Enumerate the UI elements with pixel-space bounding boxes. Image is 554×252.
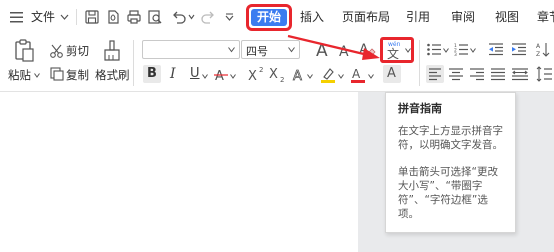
increase-font-size-icon[interactable]: A — [316, 40, 332, 61]
divider — [76, 9, 77, 25]
chevron-down-icon[interactable] — [34, 73, 40, 78]
tab-chapter[interactable]: 章节 — [537, 8, 554, 26]
document-page[interactable] — [0, 92, 358, 252]
tooltip-line: 符，以明确文字发音。 — [398, 139, 503, 151]
redo-icon[interactable] — [200, 9, 216, 25]
menu-bar: 文件 开始 插入 页面布局 引用 审阅 视图 章节 — [0, 0, 554, 34]
align-right-icon[interactable] — [470, 67, 484, 81]
tab-start-highlight: 开始 — [246, 4, 292, 31]
italic-button[interactable]: I — [170, 66, 176, 82]
divider — [133, 40, 134, 86]
chevron-down-icon[interactable] — [307, 74, 313, 79]
tooltip-line: 项。 — [398, 208, 419, 220]
tab-insert[interactable]: 插入 — [300, 8, 324, 26]
tab-view[interactable]: 视图 — [495, 8, 519, 26]
svg-text:A: A — [215, 69, 224, 84]
paste-icon[interactable] — [13, 39, 35, 63]
pinyin-guide-tooltip: 拼音指南 在文字上方显示拼音字 符，以明确文字发音。 单击箭头可选择“更改 大小… — [385, 92, 516, 233]
chevron-down-icon[interactable] — [338, 74, 344, 79]
svg-text:A: A — [352, 67, 361, 81]
font-size-value: 四号 — [246, 45, 268, 58]
increase-indent-icon[interactable] — [512, 43, 526, 56]
paste-label[interactable]: 粘贴 — [8, 68, 31, 82]
line-spacing-icon[interactable] — [536, 66, 552, 82]
tab-review[interactable]: 审阅 — [451, 8, 475, 26]
chevron-down-icon[interactable] — [228, 47, 235, 53]
decrease-indent-icon[interactable] — [489, 43, 503, 56]
svg-text:2: 2 — [259, 66, 263, 74]
tooltip-line: 在文字上方显示拼音字 — [398, 125, 503, 137]
subscript-icon[interactable]: X2 — [269, 66, 287, 84]
align-center-icon[interactable] — [449, 67, 463, 81]
svg-text:3: 3 — [454, 52, 457, 58]
svg-text:A: A — [316, 41, 328, 61]
ribbon: 粘贴 剪切 复制 格式刷 四号 A A A wén 文 1 2 3 A Z B … — [0, 34, 554, 92]
tooltip-line: 符”、“字符边框”选 — [398, 194, 488, 206]
underline-button[interactable]: U — [190, 66, 200, 81]
align-left-button[interactable] — [426, 65, 444, 83]
svg-text:A: A — [339, 44, 349, 60]
superscript-icon[interactable]: X2 — [248, 66, 266, 84]
scissors-icon[interactable] — [50, 44, 64, 58]
svg-text:A: A — [293, 69, 302, 84]
tooltip-line: 单击箭头可选择“更改 — [398, 166, 498, 178]
chevron-down-icon[interactable] — [60, 13, 69, 21]
numbered-list-icon[interactable]: 123 — [454, 43, 468, 58]
tooltip-title: 拼音指南 — [398, 102, 442, 115]
svg-text:X: X — [248, 69, 257, 84]
hamburger-menu-icon[interactable] — [10, 12, 24, 23]
chevron-down-icon[interactable] — [288, 47, 295, 53]
justify-icon[interactable] — [491, 67, 505, 81]
strikethrough-icon[interactable]: A — [214, 67, 228, 84]
clear-formatting-icon[interactable]: A — [359, 41, 376, 58]
bold-glyph: B — [147, 66, 157, 81]
svg-text:A: A — [359, 42, 369, 58]
font-size-select[interactable]: 四号 — [241, 40, 300, 59]
pinyin-guide-highlight-box — [380, 37, 414, 63]
chevron-down-icon[interactable] — [230, 74, 236, 79]
more-chevron-icon[interactable] — [225, 13, 234, 21]
sort-icon[interactable]: AZ — [536, 42, 550, 58]
svg-text:2: 2 — [280, 76, 284, 84]
text-effects-icon[interactable]: A — [292, 66, 306, 85]
tooltip-line: 大小写”、“带圈字 — [398, 180, 483, 192]
file-menu[interactable]: 文件 — [31, 8, 55, 26]
save-icon[interactable] — [84, 9, 100, 25]
bullet-list-icon[interactable] — [427, 43, 441, 56]
chevron-down-icon[interactable] — [368, 74, 374, 79]
chevron-down-icon[interactable] — [443, 48, 449, 53]
svg-text:A: A — [536, 43, 541, 50]
format-painter-label[interactable]: 格式刷 — [95, 68, 130, 82]
svg-text:X: X — [269, 67, 278, 82]
highlight-color-icon[interactable] — [320, 66, 336, 83]
tab-page-layout[interactable]: 页面布局 — [342, 8, 390, 26]
chevron-down-icon[interactable] — [188, 14, 195, 20]
undo-icon[interactable] — [171, 9, 187, 25]
print-icon[interactable] — [126, 9, 142, 25]
distributed-align-icon[interactable] — [512, 67, 528, 81]
cut-label[interactable]: 剪切 — [66, 44, 89, 58]
bold-button[interactable]: B — [143, 65, 161, 83]
print-preview-icon[interactable] — [147, 9, 163, 25]
font-color-icon[interactable]: A — [350, 66, 366, 83]
divider — [419, 40, 420, 86]
font-family-select[interactable] — [142, 40, 240, 59]
chevron-down-icon[interactable] — [202, 74, 208, 79]
tab-start[interactable]: 开始 — [251, 9, 287, 26]
format-painter-icon[interactable] — [103, 40, 121, 62]
character-shading-button[interactable]: A — [383, 65, 401, 83]
decrease-font-size-icon[interactable]: A — [339, 42, 353, 60]
copy-label[interactable]: 复制 — [66, 68, 89, 82]
svg-text:Z: Z — [536, 51, 540, 58]
export-pdf-icon[interactable] — [105, 9, 121, 25]
chevron-down-icon[interactable] — [470, 48, 476, 53]
character-shading-glyph: A — [387, 66, 396, 81]
tab-references[interactable]: 引用 — [406, 8, 430, 26]
copy-icon[interactable] — [50, 67, 64, 81]
